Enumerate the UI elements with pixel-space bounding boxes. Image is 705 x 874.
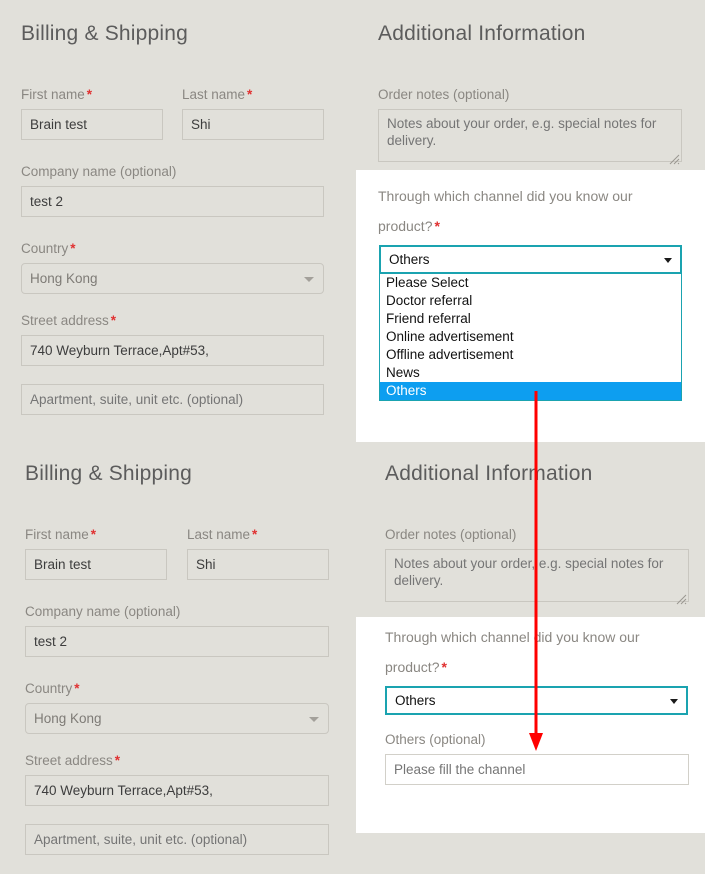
channel-option[interactable]: Please Select [380, 274, 681, 292]
country-group-top: Country * Hong Kong [21, 240, 324, 294]
order-notes-textarea[interactable] [378, 109, 682, 162]
channel-select-closed[interactable]: Others [385, 686, 688, 715]
required-asterisk: * [247, 87, 253, 102]
country-select-value: Hong Kong [34, 711, 102, 726]
required-asterisk: * [74, 681, 80, 696]
required-asterisk: * [441, 659, 447, 675]
required-asterisk: * [114, 753, 121, 768]
apartment-input[interactable] [21, 384, 324, 415]
company-input[interactable] [25, 626, 329, 657]
channel-option[interactable]: Doctor referral [380, 292, 681, 310]
order-notes-label: Order notes (optional) [378, 87, 510, 102]
channel-option[interactable]: News [380, 364, 681, 382]
last-name-group-top: Last name * [182, 86, 324, 140]
last-name-input[interactable] [182, 109, 324, 140]
required-asterisk: * [110, 313, 117, 328]
billing-section-bottom: Billing & Shipping First name* Last name… [0, 440, 352, 874]
order-notes-group-bottom: Order notes (optional) [385, 526, 689, 607]
required-asterisk: * [86, 87, 93, 102]
street-group-top: Street address * [21, 312, 324, 366]
channel-label-line2: product? * [378, 218, 440, 234]
channel-label-line2: product? * [385, 659, 447, 675]
chevron-down-icon [304, 276, 314, 282]
company-group-top: Company name (optional) [21, 163, 324, 217]
apartment-group-top [21, 384, 324, 415]
street-address-label: Street address * [21, 313, 117, 328]
required-asterisk: * [90, 527, 97, 542]
channel-label-line1: Through which channel did you know our [385, 629, 640, 645]
country-select-value: Hong Kong [30, 271, 98, 286]
last-name-input[interactable] [187, 549, 329, 580]
chevron-down-icon [670, 698, 678, 704]
first-name-group-bottom: First name * [25, 526, 167, 580]
country-select[interactable]: Hong Kong [25, 703, 329, 734]
street-address-input[interactable] [25, 775, 329, 806]
first-name-group-top: First name * [21, 86, 163, 140]
channel-option[interactable]: Offline advertisement [380, 346, 681, 364]
order-notes-group-top: Order notes (optional) [378, 86, 682, 167]
required-asterisk: * [252, 527, 258, 542]
screenshot-stage: Billing & Shipping First name* Last name… [0, 0, 705, 874]
channel-label-line1: Through which channel did you know our [378, 188, 633, 204]
company-group-bottom: Company name (optional) [25, 603, 329, 657]
apartment-group-bottom [25, 824, 329, 855]
channel-option[interactable]: Friend referral [380, 310, 681, 328]
first-name-label: First name * [21, 87, 93, 102]
company-label: Company name (optional) [21, 164, 177, 179]
channel-result-panel-bottom: Through which channel did you know our p… [356, 617, 705, 833]
last-name-label: Last name * [187, 527, 258, 542]
page-title-billing-bottom: Billing & Shipping [25, 462, 193, 485]
channel-option[interactable]: Others [380, 382, 681, 400]
channel-option[interactable]: Online advertisement [380, 328, 681, 346]
last-name-group-bottom: Last name * [187, 526, 329, 580]
chevron-down-icon [309, 716, 319, 722]
country-select[interactable]: Hong Kong [21, 263, 324, 294]
others-group: Others (optional) [385, 731, 689, 785]
street-group-bottom: Street address * [25, 752, 329, 806]
apartment-input[interactable] [25, 824, 329, 855]
first-name-input[interactable] [25, 549, 167, 580]
page-title-additional-bottom: Additional Information [385, 462, 593, 485]
channel-select-value: Others [389, 252, 430, 267]
country-label: Country * [25, 681, 80, 696]
first-name-label: First name * [25, 527, 97, 542]
chevron-down-icon [664, 257, 672, 263]
page-title-additional-top: Additional Information [378, 22, 586, 45]
channel-option-list[interactable]: Please Select Doctor referral Friend refer… [379, 274, 682, 401]
others-label: Others (optional) [385, 732, 486, 747]
street-address-label: Street address * [25, 753, 121, 768]
order-notes-wrap [378, 109, 682, 167]
country-label: Country * [21, 241, 76, 256]
required-asterisk: * [70, 241, 76, 256]
company-input[interactable] [21, 186, 324, 217]
country-group-bottom: Country * Hong Kong [25, 680, 329, 734]
channel-popup-panel-top: Through which channel did you know our p… [356, 170, 705, 442]
channel-question-bottom: Through which channel did you know our p… [385, 627, 685, 677]
order-notes-wrap [385, 549, 689, 607]
street-address-input[interactable] [21, 335, 324, 366]
billing-section-top: Billing & Shipping First name* Last name… [0, 0, 352, 440]
page-title-billing-top: Billing & Shipping [21, 22, 189, 45]
channel-select-open[interactable]: Others [379, 245, 682, 274]
channel-select-value: Others [395, 693, 436, 708]
channel-question-top: Through which channel did you know our p… [378, 186, 678, 236]
order-notes-textarea[interactable] [385, 549, 689, 602]
required-asterisk: * [434, 218, 440, 234]
first-name-input[interactable] [21, 109, 163, 140]
last-name-label: Last name * [182, 87, 253, 102]
others-input[interactable] [385, 754, 689, 785]
company-label: Company name (optional) [25, 604, 181, 619]
order-notes-label: Order notes (optional) [385, 527, 517, 542]
